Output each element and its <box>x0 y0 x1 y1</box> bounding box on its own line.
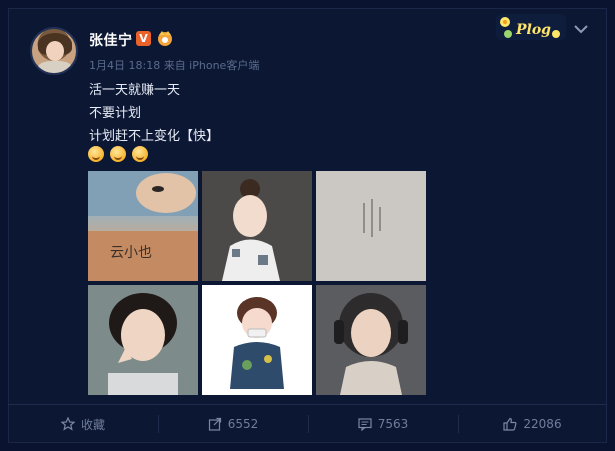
like-count: 22086 <box>523 417 562 431</box>
username[interactable]: 张佳宁 <box>89 30 133 50</box>
post-text-line-2: 不要计划 <box>89 106 142 121</box>
photo-6[interactable] <box>316 285 426 395</box>
share-icon <box>208 417 221 431</box>
repost-button[interactable]: 6552 <box>158 405 308 443</box>
favorite-button[interactable]: 收藏 <box>8 405 158 443</box>
post-text-line-3: 计划赶不上变化【快】 <box>89 129 220 144</box>
avatar[interactable] <box>30 27 78 75</box>
crown-icon[interactable] <box>155 29 175 47</box>
plog-badge-icon[interactable]: Plog <box>496 12 566 42</box>
favorite-label: 收藏 <box>80 417 105 432</box>
emoji-row <box>88 146 149 164</box>
post-toolbar: 收藏 6552 7563 22086 <box>8 404 607 443</box>
smile-kiss-icon <box>88 146 104 162</box>
photo-3[interactable] <box>316 171 426 281</box>
comment-icon <box>358 418 372 431</box>
photo-1[interactable]: 云小也 <box>88 171 198 281</box>
chevron-down-icon[interactable] <box>574 24 588 34</box>
post-meta[interactable]: 1月4日 18:18 来自 iPhone客户端 <box>89 57 259 73</box>
comment-count: 7563 <box>377 417 409 431</box>
verified-badge-icon[interactable]: V <box>136 31 151 46</box>
happy-icon <box>132 146 149 162</box>
svg-text:Plog: Plog <box>515 22 551 38</box>
star-icon <box>60 417 75 431</box>
comment-button[interactable]: 7563 <box>308 405 458 443</box>
svg-text:云小也: 云小也 <box>110 245 152 261</box>
photo-4[interactable] <box>88 285 198 395</box>
like-button[interactable]: 22086 <box>458 405 607 443</box>
grin-icon <box>110 146 127 162</box>
thumbs-up-icon <box>503 417 517 431</box>
photo-5[interactable] <box>202 285 312 395</box>
repost-count: 6552 <box>227 417 259 431</box>
photo-2[interactable] <box>202 171 312 281</box>
post-text-line-1: 活一天就赚一天 <box>89 83 181 98</box>
